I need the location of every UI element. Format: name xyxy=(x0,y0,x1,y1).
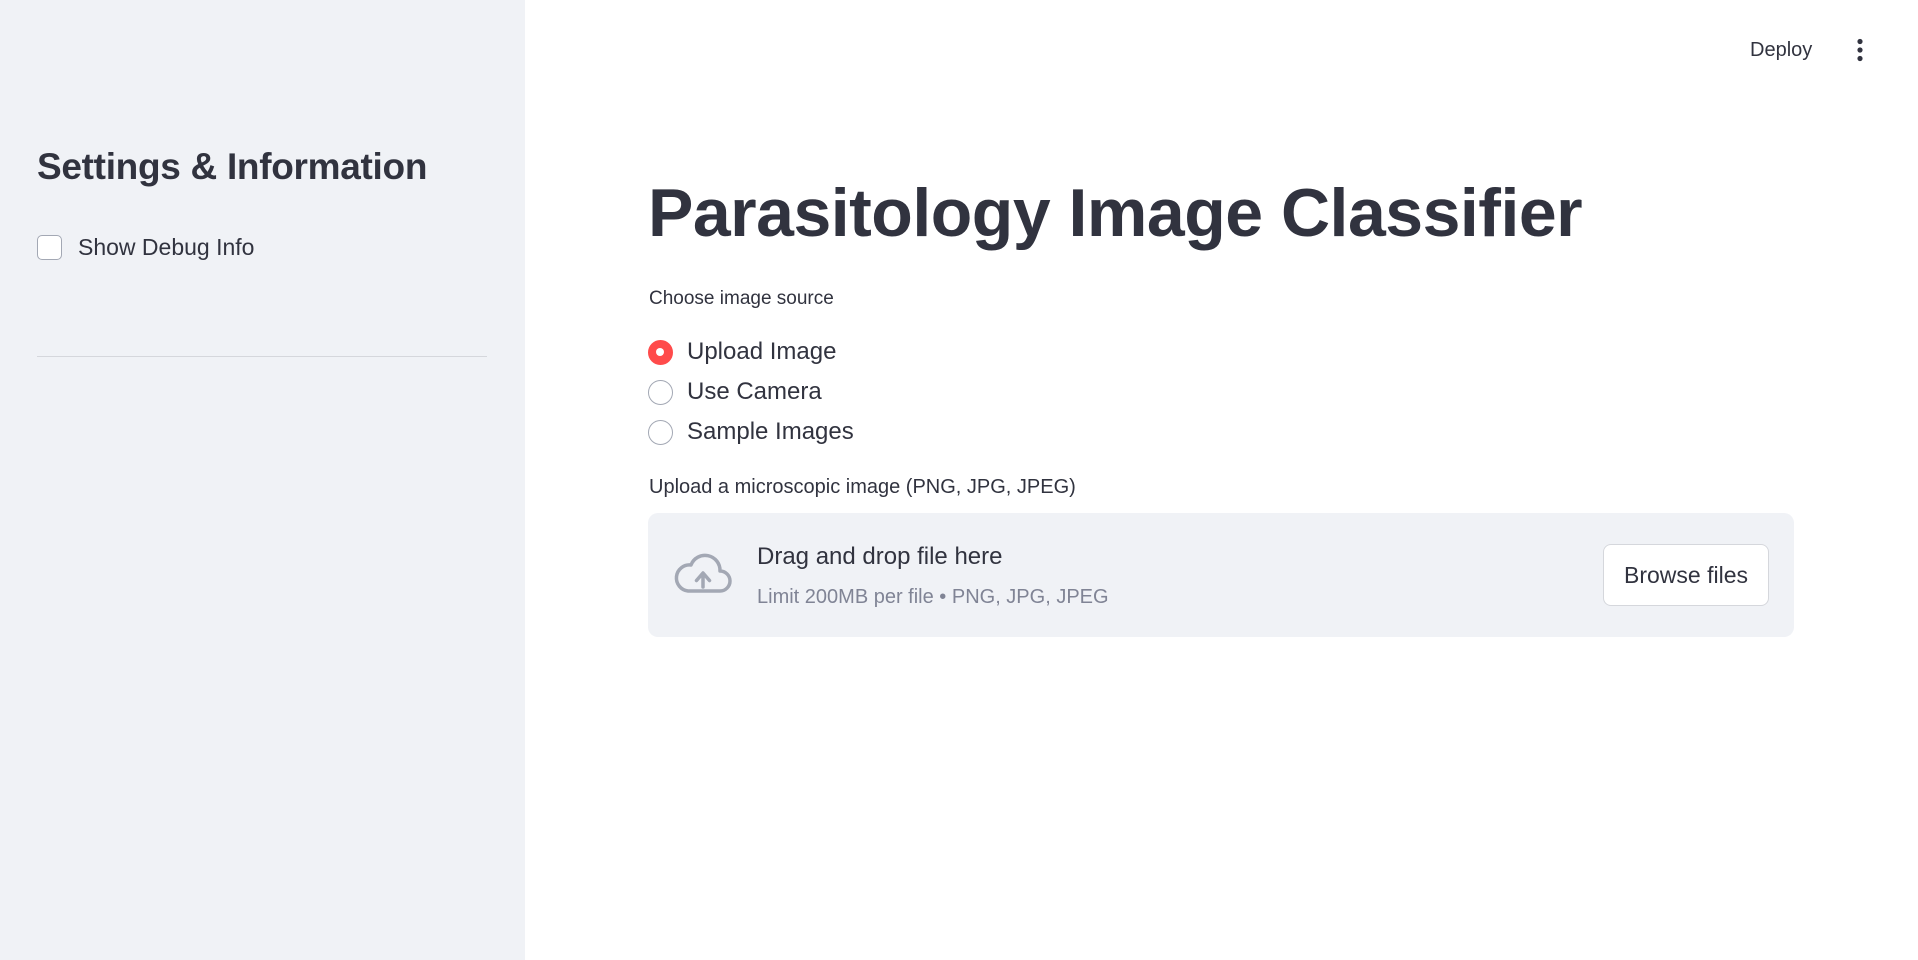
image-source-radio-group: Upload Image Use Camera Sample Images xyxy=(648,332,854,452)
dropzone-title: Drag and drop file here xyxy=(757,543,1003,570)
sidebar: Settings & Information Show Debug Info xyxy=(0,0,525,960)
file-dropzone[interactable]: Drag and drop file here Limit 200MB per … xyxy=(648,513,1794,637)
browse-files-button[interactable]: Browse files xyxy=(1603,544,1769,606)
radio-option-use-camera[interactable]: Use Camera xyxy=(648,372,854,412)
page-title: Parasitology Image Classifier xyxy=(648,175,1583,251)
radio-label: Upload Image xyxy=(687,338,837,365)
cloud-upload-icon xyxy=(674,553,732,593)
radio-button[interactable] xyxy=(648,419,673,445)
vertical-ellipsis-icon xyxy=(1857,38,1863,62)
uploader-caption: Upload a microscopic image (PNG, JPG, JP… xyxy=(649,476,1076,498)
radio-button[interactable] xyxy=(648,379,673,405)
image-source-caption: Choose image source xyxy=(649,288,834,309)
radio-button-selected[interactable] xyxy=(648,339,673,365)
radio-label: Use Camera xyxy=(687,378,822,405)
app-root: Settings & Information Show Debug Info D… xyxy=(0,0,1918,960)
deploy-button[interactable]: Deploy xyxy=(1738,30,1824,70)
radio-option-sample-images[interactable]: Sample Images xyxy=(648,412,854,452)
radio-option-upload-image[interactable]: Upload Image xyxy=(648,332,854,372)
main-menu-button[interactable] xyxy=(1840,30,1880,70)
dropzone-limit-text: Limit 200MB per file • PNG, JPG, JPEG xyxy=(757,586,1109,608)
sidebar-divider xyxy=(37,356,487,357)
sidebar-title: Settings & Information xyxy=(37,146,428,187)
checkbox-label: Show Debug Info xyxy=(78,234,255,260)
checkbox-box[interactable] xyxy=(37,235,62,260)
show-debug-info-checkbox[interactable]: Show Debug Info xyxy=(37,234,254,261)
radio-label: Sample Images xyxy=(687,418,854,445)
